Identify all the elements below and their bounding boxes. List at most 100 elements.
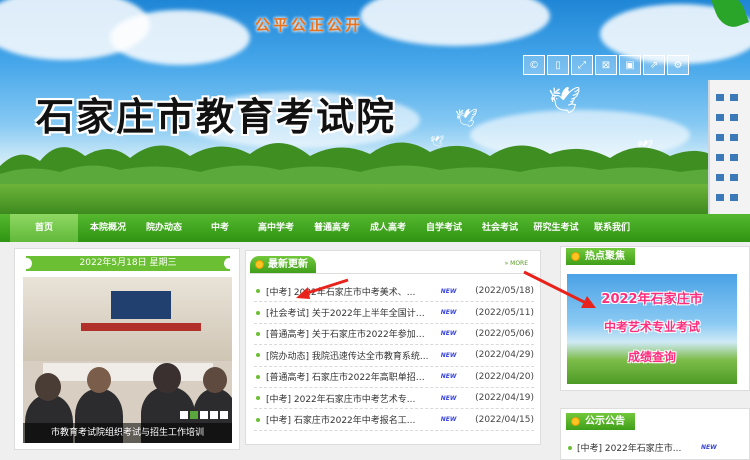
nav-item-home[interactable]: 首页 xyxy=(10,214,78,242)
header-banner: 公平公正公开 © ▯ ⤢ ⊠ ▣ ⇗ ⚙ 石家庄市教育考试院 🕊 🕊 🕊 🕊 xyxy=(0,0,750,214)
bullet-dot-icon xyxy=(571,252,580,261)
news-item-title[interactable]: [普通高考] 石家庄市2022年高职单招考... xyxy=(266,370,433,383)
new-badge: NEW xyxy=(440,287,457,295)
nav-item-contact[interactable]: 联系我们 xyxy=(586,214,638,242)
news-item[interactable]: [中考] 2022年石家庄市中考艺术专... NEW (2022/04/19) xyxy=(254,388,534,410)
copyright-icon[interactable]: © xyxy=(523,55,545,75)
news-item-date: (2022/04/15) xyxy=(475,414,534,425)
notice-title-text: 公示公告 xyxy=(585,416,625,427)
news-item-date: (2022/05/11) xyxy=(475,307,534,318)
cloud xyxy=(110,10,250,65)
grass xyxy=(0,184,750,214)
news-item-title[interactable]: [中考] 2022年石家庄市中考美术、... xyxy=(266,285,433,298)
toolbar: © ▯ ⤢ ⊠ ▣ ⇗ ⚙ xyxy=(523,55,691,75)
person-head xyxy=(87,367,111,393)
date-display: 2022年5月18日 星期三 xyxy=(22,256,234,271)
main-nav: 首页 本院概况 院办动态 中考 高中学考 普通高考 成人高考 自学考试 社会考试… xyxy=(0,214,750,242)
slide-screen xyxy=(111,291,171,319)
news-item[interactable]: [普通高考] 关于石家庄市2022年参加全... NEW (2022/05/06… xyxy=(254,324,534,346)
cloud xyxy=(360,0,550,46)
new-badge: NEW xyxy=(440,416,457,424)
slider-dot[interactable] xyxy=(180,411,188,419)
bullet-icon xyxy=(256,353,260,358)
bullet-icon xyxy=(568,445,572,450)
promo-line-2: 中考艺术专业考试 xyxy=(603,320,700,334)
slide-caption[interactable]: 市教育考试院组织考试与招生工作培训 xyxy=(23,423,232,443)
news-list: [中考] 2022年石家庄市中考美术、... NEW (2022/05/18) … xyxy=(254,281,534,431)
news-title-text: 最新更新 xyxy=(268,259,308,270)
notice-item[interactable]: [中考] 2022年石家庄市... NEW xyxy=(568,441,738,454)
person-head xyxy=(153,363,181,393)
news-item-title[interactable]: [中考] 2022年石家庄市中考艺术专... xyxy=(266,392,433,405)
news-item-title[interactable]: [院办动态] 我院迅速传达全市教育系统... xyxy=(266,349,433,362)
slider-dot-active[interactable] xyxy=(190,411,198,419)
slider-dot[interactable] xyxy=(200,411,208,419)
new-badge: NEW xyxy=(440,394,457,402)
nav-item-self-study[interactable]: 自学考试 xyxy=(418,214,470,242)
hot-title: 热点聚焦 xyxy=(566,248,635,265)
new-badge: NEW xyxy=(440,330,457,338)
notice-title: 公示公告 xyxy=(566,413,635,430)
fit-icon[interactable]: ⊠ xyxy=(595,55,617,75)
settings-icon[interactable]: ⚙ xyxy=(667,55,689,75)
nav-item-zhongkao[interactable]: 中考 xyxy=(194,214,246,242)
news-item-title[interactable]: [社会考试] 关于2022年上半年全国计算... xyxy=(266,306,433,319)
news-item-title[interactable]: [普通高考] 关于石家庄市2022年参加全... xyxy=(266,327,433,340)
bullet-icon xyxy=(256,396,260,401)
news-item-date: (2022/04/20) xyxy=(475,371,534,382)
nav-item-social-exam[interactable]: 社会考试 xyxy=(474,214,526,242)
promo-line-1: 2022年石家庄市 xyxy=(601,292,703,307)
building-image xyxy=(708,80,750,214)
news-slider[interactable]: 市教育考试院组织考试与招生工作培训 xyxy=(23,277,232,443)
news-item[interactable]: [中考] 2022年石家庄市中考美术、... NEW (2022/05/18) xyxy=(254,281,534,303)
bullet-icon xyxy=(256,374,260,379)
nav-item-xuekao[interactable]: 高中学考 xyxy=(250,214,302,242)
site-slogan: 公平公正公开 xyxy=(255,16,364,34)
news-item[interactable]: [社会考试] 关于2022年上半年全国计算... NEW (2022/05/11… xyxy=(254,302,534,324)
bullet-icon xyxy=(256,331,260,336)
tree-line xyxy=(0,142,750,186)
page-icon[interactable]: ▯ xyxy=(547,55,569,75)
new-badge: NEW xyxy=(440,309,457,317)
news-item-date: (2022/05/18) xyxy=(475,286,534,297)
hot-title-text: 热点聚焦 xyxy=(585,251,625,262)
bullet-dot-icon xyxy=(571,417,580,426)
fullscreen-icon[interactable]: ⤢ xyxy=(571,55,593,75)
news-item[interactable]: [院办动态] 我院迅速传达全市教育系统... NEW (2022/04/29) xyxy=(254,345,534,367)
person-head xyxy=(35,373,61,401)
promo-line-3: 成绩查询 xyxy=(627,350,676,364)
notice-item-title[interactable]: [中考] 2022年石家庄市... xyxy=(577,441,697,454)
bullet-dot-icon xyxy=(255,260,264,269)
nav-item-overview[interactable]: 本院概况 xyxy=(82,214,134,242)
news-item-title[interactable]: [中考] 石家庄市2022年中考报名工... xyxy=(266,413,433,426)
news-item-date: (2022/04/29) xyxy=(475,350,534,361)
bullet-icon xyxy=(256,417,260,422)
slide-image xyxy=(23,277,232,361)
news-item[interactable]: [中考] 石家庄市2022年中考报名工... NEW (2022/04/15) xyxy=(254,409,534,431)
save-icon[interactable]: ▣ xyxy=(619,55,641,75)
new-badge: NEW xyxy=(701,444,717,451)
bullet-icon xyxy=(256,289,260,294)
news-title: 最新更新 xyxy=(250,256,316,273)
slider-dots xyxy=(178,411,228,419)
nav-item-gaokao[interactable]: 普通高考 xyxy=(306,214,358,242)
nav-item-news[interactable]: 院办动态 xyxy=(138,214,190,242)
slide-banner xyxy=(81,323,201,331)
share-icon[interactable]: ⇗ xyxy=(643,55,665,75)
slider-dot[interactable] xyxy=(210,411,218,419)
score-query-banner[interactable]: 2022年石家庄市 中考艺术专业考试 成绩查询 xyxy=(567,274,737,384)
news-item[interactable]: [普通高考] 石家庄市2022年高职单招考... NEW (2022/04/20… xyxy=(254,367,534,388)
new-badge: NEW xyxy=(440,351,457,359)
slide-table xyxy=(43,363,213,381)
nav-item-postgraduate[interactable]: 研究生考试 xyxy=(530,214,582,242)
slider-dot[interactable] xyxy=(220,411,228,419)
new-badge: NEW xyxy=(440,373,457,381)
news-item-date: (2022/05/06) xyxy=(475,328,534,339)
news-header: 最新更新 » MORE xyxy=(250,256,536,274)
dove-icon: 🕊 xyxy=(548,86,582,116)
news-item-date: (2022/04/19) xyxy=(475,393,534,404)
nav-item-adult-exam[interactable]: 成人高考 xyxy=(362,214,414,242)
bullet-icon xyxy=(256,310,260,315)
person-head xyxy=(203,367,227,393)
more-link[interactable]: » MORE xyxy=(505,260,528,267)
